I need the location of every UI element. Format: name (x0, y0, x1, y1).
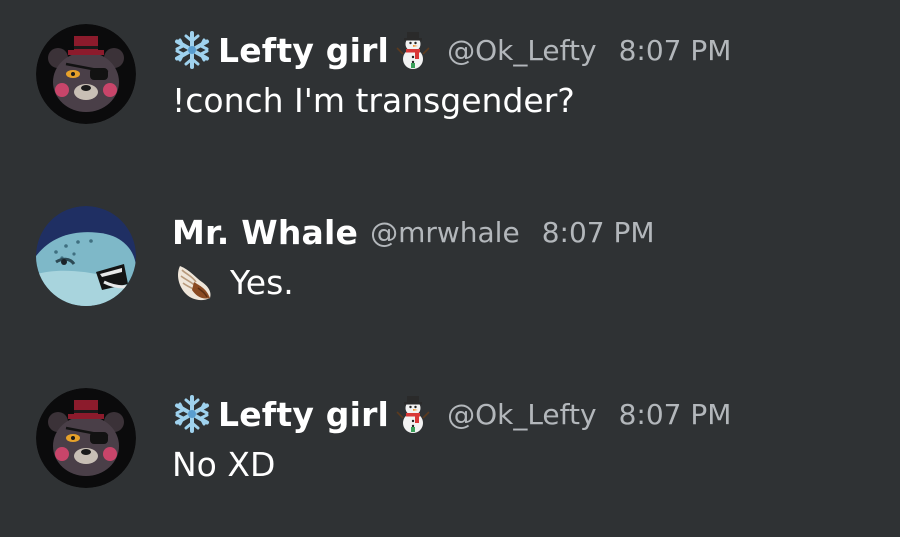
author-handle[interactable]: @mrwhale (370, 216, 520, 249)
message-text: Yes. (230, 262, 294, 302)
snowman-icon (393, 394, 433, 434)
bear-avatar[interactable] (36, 24, 136, 124)
whale-avatar[interactable] (36, 206, 136, 306)
message-header: Lefty girl @Ok_Lefty 8:07 PM (172, 392, 731, 436)
message-text: !conch I'm transgender? (172, 80, 575, 120)
author-name[interactable]: Lefty girl (218, 395, 389, 434)
author-name[interactable]: Lefty girl (218, 31, 389, 70)
snowflake-icon (172, 30, 212, 70)
message-header: Lefty girl @Ok_Lefty 8:07 PM (172, 28, 731, 72)
conch-shell-icon (172, 260, 216, 304)
message-content: No XD (172, 440, 275, 488)
message-text: No XD (172, 444, 276, 484)
message-header: Mr. Whale @mrwhale 8:07 PM (172, 210, 655, 254)
author-name[interactable]: Mr. Whale (172, 213, 358, 252)
snowflake-icon (172, 394, 212, 434)
message: Lefty girl (0, 24, 900, 144)
message-content: Yes. (172, 258, 294, 306)
message: Lefty girl (0, 388, 900, 508)
message-content: !conch I'm transgender? (172, 76, 575, 124)
bear-avatar[interactable] (36, 388, 136, 488)
message-timestamp: 8:07 PM (618, 33, 732, 67)
snowman-icon (393, 30, 433, 70)
message-timestamp: 8:07 PM (618, 397, 732, 431)
message-timestamp: 8:07 PM (541, 215, 655, 249)
author-handle[interactable]: @Ok_Lefty (447, 398, 597, 431)
author-handle[interactable]: @Ok_Lefty (447, 34, 597, 67)
chat-log: Lefty girl @Ok_Lefty 8:07 PM !conch I'm … (0, 0, 900, 537)
message: Mr. Whale @mrwhale 8:07 PM Yes. (0, 206, 900, 326)
